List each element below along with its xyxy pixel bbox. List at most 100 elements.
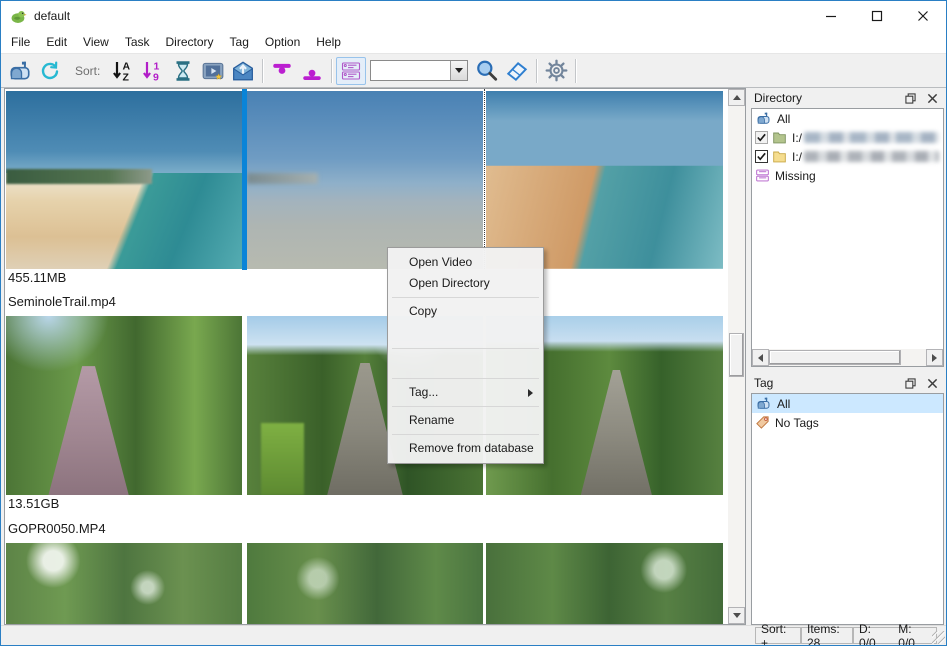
refresh-button[interactable] xyxy=(35,57,65,85)
maximize-button[interactable] xyxy=(854,1,900,31)
resize-grip[interactable] xyxy=(932,631,945,644)
status-bar: Sort: + Items: 28 D: 0/0 M: 0/0 xyxy=(1,625,946,645)
scroll-left-button[interactable] xyxy=(752,349,769,366)
tag-item-no-tags[interactable]: No Tags xyxy=(752,413,943,432)
menu-item-tag-label: Tag... xyxy=(409,385,438,399)
search-button[interactable] xyxy=(472,57,502,85)
menu-file[interactable]: File xyxy=(3,31,38,53)
video-thumbnail[interactable] xyxy=(247,91,483,269)
menu-task[interactable]: Task xyxy=(117,31,158,53)
directory-checkbox[interactable] xyxy=(755,150,768,163)
menu-item-tag[interactable]: Tag... xyxy=(390,382,541,403)
directory-item-label: Missing xyxy=(775,169,816,183)
menu-view[interactable]: View xyxy=(75,31,117,53)
status-missing-text: M: 0/0 xyxy=(898,622,931,646)
scrollbar-thumb[interactable] xyxy=(769,350,901,365)
arrow-right-icon xyxy=(932,354,937,362)
blurred-path xyxy=(804,151,939,162)
float-panel-button[interactable] xyxy=(902,376,918,390)
scrollbar-thumb[interactable] xyxy=(729,333,744,377)
directory-item-label: I:/ xyxy=(792,131,802,145)
minimize-button[interactable] xyxy=(808,1,854,31)
sort-alpha-button[interactable]: A Z xyxy=(108,57,138,85)
filter-input[interactable] xyxy=(371,61,450,80)
menu-tag[interactable]: Tag xyxy=(222,31,257,53)
video-thumbnail[interactable] xyxy=(6,543,242,625)
directory-item-drive[interactable]: I:/ xyxy=(752,128,943,147)
directory-hscrollbar[interactable] xyxy=(752,349,943,366)
menu-item-open-video[interactable]: Open Video xyxy=(390,252,541,273)
close-icon xyxy=(927,378,938,389)
video-thumbnail[interactable] xyxy=(6,316,242,495)
scroll-right-button[interactable] xyxy=(926,349,943,366)
chevron-down-icon xyxy=(455,68,463,73)
menu-help[interactable]: Help xyxy=(308,31,349,53)
submenu-arrow-icon xyxy=(528,389,533,397)
scroll-down-button[interactable] xyxy=(728,607,745,624)
directory-checkbox[interactable] xyxy=(755,131,768,144)
menu-item-rename[interactable]: Rename xyxy=(390,410,541,431)
menu-item-copy[interactable]: Copy xyxy=(390,301,541,322)
menu-item-blank xyxy=(390,322,541,345)
app-icon xyxy=(10,8,27,25)
directory-item-missing[interactable]: Missing xyxy=(752,166,943,185)
toolbar-separator xyxy=(331,59,332,83)
dock-panels: Directory All I:/ I:/ xyxy=(750,88,946,625)
menu-item-remove-from-database[interactable]: Remove from database xyxy=(390,438,541,459)
video-scan-button[interactable] xyxy=(198,57,228,85)
move-top-button[interactable] xyxy=(267,57,297,85)
title-bar: default xyxy=(1,1,946,31)
move-bottom-button[interactable] xyxy=(297,57,327,85)
tag-item-label: All xyxy=(777,397,790,411)
tag-icon xyxy=(755,415,770,430)
eraser-button[interactable] xyxy=(502,57,532,85)
sort-numeric-button[interactable]: 1 9 xyxy=(138,57,168,85)
float-icon xyxy=(905,378,916,389)
move-bottom-icon xyxy=(300,59,324,83)
video-thumbnail[interactable] xyxy=(486,543,723,625)
check-icon xyxy=(756,132,767,143)
window-title: default xyxy=(34,9,70,23)
close-icon xyxy=(917,10,929,22)
directory-item-all[interactable]: All xyxy=(752,109,943,128)
move-top-icon xyxy=(270,59,294,83)
video-thumbnail[interactable] xyxy=(6,91,242,269)
combobox-drop-button[interactable] xyxy=(450,61,467,80)
arrow-down-icon xyxy=(733,613,741,618)
menu-separator xyxy=(392,406,539,407)
sort-alpha-icon: A Z xyxy=(111,59,135,83)
menu-bar: File Edit View Task Directory Tag Option… xyxy=(1,31,946,53)
vertical-scrollbar[interactable] xyxy=(728,89,745,624)
mailbox-button[interactable] xyxy=(5,57,35,85)
close-panel-button[interactable] xyxy=(924,91,940,105)
status-duplicates-text: D: 0/0 xyxy=(859,622,890,646)
maximize-icon xyxy=(871,10,883,22)
search-icon xyxy=(475,59,499,83)
menu-option[interactable]: Option xyxy=(257,31,308,53)
video-thumbnail[interactable] xyxy=(486,91,723,269)
tag-tree: All No Tags xyxy=(751,393,944,625)
mailbox-icon xyxy=(755,396,772,411)
video-thumbnail[interactable] xyxy=(247,543,483,625)
menu-edit[interactable]: Edit xyxy=(38,31,75,53)
menu-item-blank xyxy=(390,352,541,375)
tag-item-all[interactable]: All xyxy=(752,394,943,413)
open-file-button[interactable] xyxy=(228,57,258,85)
mailbox-icon xyxy=(755,111,772,126)
menu-directory[interactable]: Directory xyxy=(158,31,222,53)
video-list[interactable]: 455.11MB SeminoleTrail.mp4 13.51GB GOPR0… xyxy=(4,88,746,625)
close-button[interactable] xyxy=(900,1,946,31)
directory-item-drive[interactable]: I:/ xyxy=(752,147,943,166)
settings-button[interactable] xyxy=(541,57,571,85)
tag-panel-title: Tag xyxy=(754,376,773,390)
scroll-up-button[interactable] xyxy=(728,89,745,106)
menu-separator xyxy=(392,378,539,379)
details-view-button[interactable] xyxy=(336,57,366,85)
tag-panel-header: Tag xyxy=(750,373,944,393)
float-panel-button[interactable] xyxy=(902,91,918,105)
filter-combobox[interactable] xyxy=(370,60,468,81)
close-panel-button[interactable] xyxy=(924,376,940,390)
menu-item-open-directory[interactable]: Open Directory xyxy=(390,273,541,294)
folder-icon xyxy=(772,130,787,145)
hourglass-button[interactable] xyxy=(168,57,198,85)
